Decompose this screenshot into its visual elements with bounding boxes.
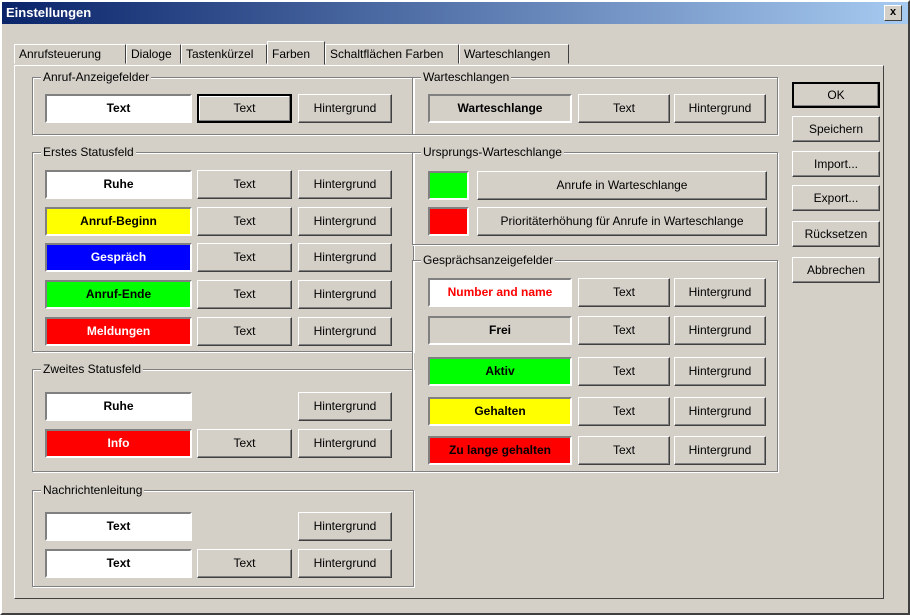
swatch-meldungen: Meldungen [45,317,192,346]
swatch-info: Info [45,429,192,458]
swatch-zu-lange-gehalten: Zu lange gehalten [428,436,572,465]
background-color-button[interactable]: Hintergrund [674,436,766,465]
background-color-button[interactable]: Hintergrund [298,207,392,236]
swatch-anzeige-text: Text [45,94,192,123]
tab-farben[interactable]: Farben [267,41,325,65]
tab-dialoge[interactable]: Dialoge [126,44,181,64]
anrufe-in-warteschlange-button[interactable]: Anrufe in Warteschlange [477,171,767,200]
export-button[interactable]: Export... [792,185,880,211]
background-color-button[interactable]: Hintergrund [298,429,392,458]
swatch-prioritaet [428,207,469,236]
tab-anrufsteuerung[interactable]: Anrufsteuerung [14,44,126,64]
text-color-button[interactable]: Text [578,436,670,465]
speichern-button[interactable]: Speichern [792,116,880,142]
group-label: Warteschlangen [421,70,512,84]
text-color-button[interactable]: Text [197,94,292,123]
close-button[interactable]: x [884,5,902,21]
group-gespraechsanzeigefelder: Gesprächsanzeigefelder Number and name T… [412,253,778,472]
background-color-button[interactable]: Hintergrund [298,512,392,541]
swatch-number-and-name: Number and name [428,278,572,307]
import-button[interactable]: Import... [792,151,880,177]
swatch-frei: Frei [428,316,572,345]
swatch-anruf-ende: Anruf-Ende [45,280,192,309]
text-color-button[interactable]: Text [197,170,292,199]
swatch-gespraech: Gespräch [45,243,192,272]
background-color-button[interactable]: Hintergrund [674,278,766,307]
text-color-button[interactable]: Text [578,316,670,345]
background-color-button[interactable]: Hintergrund [298,170,392,199]
background-color-button[interactable]: Hintergrund [674,94,766,123]
group-label: Anruf-Anzeigefelder [41,70,152,84]
text-color-button[interactable]: Text [197,429,292,458]
tab-panel-farben: Anruf-Anzeigefelder Text Text Hintergrun… [14,65,884,599]
swatch-nachricht-text: Text [45,512,192,541]
title-bar: Einstellungen x [2,2,908,24]
text-color-button[interactable]: Text [578,278,670,307]
prioritaet-button[interactable]: Prioritäterhöhung für Anrufe in Wartesch… [477,207,767,236]
text-color-button[interactable]: Text [197,549,292,578]
text-color-button[interactable]: Text [578,357,670,386]
ruecksetzen-button[interactable]: Rücksetzen [792,221,880,247]
tab-schaltflaechen-farben[interactable]: Schaltflächen Farben [325,44,459,64]
tab-warteschlangen[interactable]: Warteschlangen [459,44,569,64]
background-color-button[interactable]: Hintergrund [674,316,766,345]
text-color-button[interactable]: Text [197,243,292,272]
abbrechen-button[interactable]: Abbrechen [792,257,880,283]
swatch-anruf-beginn: Anruf-Beginn [45,207,192,236]
group-label: Erstes Statusfeld [41,145,136,159]
group-anruf-anzeigefelder: Anruf-Anzeigefelder Text Text Hintergrun… [32,70,414,135]
group-nachrichtenleitung: Nachrichtenleitung Text Hintergrund Text… [32,483,414,587]
text-color-button[interactable]: Text [197,207,292,236]
group-label: Nachrichtenleitung [41,483,145,497]
group-label: Ursprungs-Warteschlange [421,145,564,159]
text-color-button[interactable]: Text [578,397,670,426]
background-color-button[interactable]: Hintergrund [298,243,392,272]
text-color-button[interactable]: Text [197,280,292,309]
swatch-aktiv: Aktiv [428,357,572,386]
group-zweites-statusfeld: Zweites Statusfeld Ruhe Hintergrund Info… [32,362,414,472]
swatch-gehalten: Gehalten [428,397,572,426]
swatch-ruhe: Ruhe [45,170,192,199]
text-color-button[interactable]: Text [197,317,292,346]
group-ursprungs-warteschlange: Ursprungs-Warteschlange Anrufe in Wartes… [412,145,778,245]
group-warteschlangen: Warteschlangen Warteschlange Text Hinter… [412,70,778,135]
background-color-button[interactable]: Hintergrund [674,357,766,386]
background-color-button[interactable]: Hintergrund [298,280,392,309]
text-color-button[interactable]: Text [578,94,670,123]
background-color-button[interactable]: Hintergrund [674,397,766,426]
background-color-button[interactable]: Hintergrund [298,317,392,346]
ok-button[interactable]: OK [792,82,880,108]
group-label: Gesprächsanzeigefelder [421,253,556,267]
swatch-anrufe-warteschlange [428,171,469,200]
tab-tastenkuerzel[interactable]: Tastenkürzel [181,44,267,64]
background-color-button[interactable]: Hintergrund [298,94,392,123]
swatch-nachricht-text-2: Text [45,549,192,578]
group-label: Zweites Statusfeld [41,362,144,376]
swatch-ruhe: Ruhe [45,392,192,421]
close-icon: x [889,6,897,18]
swatch-warteschlange: Warteschlange [428,94,572,123]
background-color-button[interactable]: Hintergrund [298,392,392,421]
group-erstes-statusfeld: Erstes Statusfeld Ruhe Text Hintergrund … [32,145,414,352]
background-color-button[interactable]: Hintergrund [298,549,392,578]
settings-window: Einstellungen x Anrufsteuerung Dialoge T… [0,0,910,615]
window-title: Einstellungen [6,5,92,20]
